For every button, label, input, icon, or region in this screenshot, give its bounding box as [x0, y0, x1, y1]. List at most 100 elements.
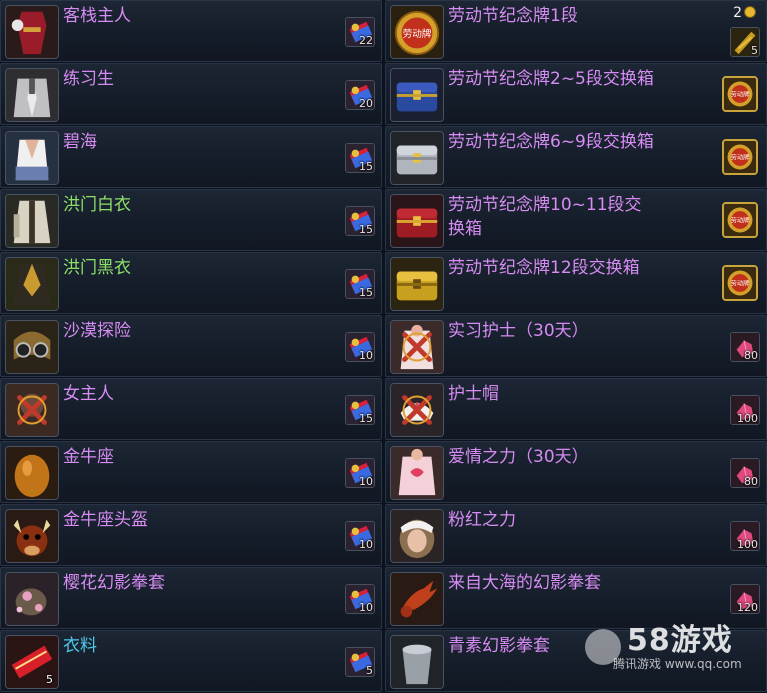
left-item-column: 客栈主人 22 练习生 20 碧海 15 洪门白衣 15 洪门黑衣 15 沙漠探险 10 女主人 15 金牛… [0, 0, 382, 693]
chest-blue-icon[interactable] [390, 68, 444, 122]
svg-text:劳动牌: 劳动牌 [731, 217, 750, 225]
item-name: 练习生 [63, 69, 114, 89]
medal-icon[interactable]: 劳动牌 [390, 5, 444, 59]
item-row[interactable]: 洪门白衣 15 [0, 189, 382, 251]
item-row[interactable]: 樱花幻影拳套 10 [0, 567, 382, 629]
item-row[interactable]: 劳动节纪念牌6~9段交换箱劳动牌 [385, 126, 767, 188]
flower-glove-icon[interactable] [5, 572, 59, 626]
item-row[interactable]: 青素幻影拳套 [385, 630, 767, 692]
love-shirt-icon[interactable] [390, 446, 444, 500]
hidden-x-icon[interactable] [5, 383, 59, 437]
item-row[interactable]: 实习护士（30天） 80 [385, 315, 767, 377]
item-row[interactable]: 劳动节纪念牌10~11段交换箱劳动牌 [385, 189, 767, 251]
price-value: 5 [366, 664, 373, 677]
item-name: 沙漠探险 [63, 321, 131, 341]
item-row[interactable]: 爱情之力（30天） 80 [385, 441, 767, 503]
item-name: 实习护士（30天） [448, 321, 589, 341]
price-value: 10 [359, 349, 373, 362]
ticket-price-icon: 15 [345, 143, 375, 173]
price-value: 15 [359, 223, 373, 236]
item-row[interactable]: 劳动牌 劳动节纪念牌1段 2 5 [385, 0, 767, 62]
suit-icon[interactable] [5, 68, 59, 122]
price-value: 20 [359, 97, 373, 110]
item-name: 劳动节纪念牌1段 [448, 6, 578, 26]
price-value: 15 [359, 286, 373, 299]
item-row[interactable]: 碧海 15 [0, 126, 382, 188]
robe-dark-icon[interactable] [5, 257, 59, 311]
ticket-price-icon: 10 [345, 458, 375, 488]
item-name: 劳动节纪念牌12段交换箱 [448, 258, 640, 278]
item-row[interactable]: 练习生 20 [0, 63, 382, 125]
item-row[interactable]: 客栈主人 22 [0, 0, 382, 62]
bull-helmet-icon[interactable] [5, 509, 59, 563]
item-row[interactable]: 洪门黑衣 15 [0, 252, 382, 314]
svg-text:劳动牌: 劳动牌 [731, 280, 750, 288]
item-name: 碧海 [63, 132, 97, 152]
item-row[interactable]: 女主人 15 [0, 378, 382, 440]
crystal-price-icon: 80 [730, 332, 760, 362]
ticket-price-icon: 20 [345, 80, 375, 110]
ticket-price-icon: 10 [345, 332, 375, 362]
item-row[interactable]: 来自大海的幻影拳套 120 [385, 567, 767, 629]
ticket-price-icon: 22 [345, 17, 375, 47]
bucket-glove-icon[interactable] [390, 635, 444, 689]
item-name: 客栈主人 [63, 6, 131, 26]
coin-count-value: 2 [733, 5, 742, 21]
price-value: 120 [737, 601, 758, 614]
price-value: 10 [359, 601, 373, 614]
price-value: 15 [359, 412, 373, 425]
crystal-price-icon: 100 [730, 521, 760, 551]
goggles-icon[interactable] [5, 320, 59, 374]
item-name: 爱情之力（30天） [448, 447, 589, 467]
egg-icon[interactable] [5, 446, 59, 500]
item-row[interactable]: 护士帽 100 [385, 378, 767, 440]
item-row[interactable]: 劳动节纪念牌2~5段交换箱劳动牌 [385, 63, 767, 125]
pink-hair-icon[interactable] [390, 509, 444, 563]
price-value: 10 [359, 538, 373, 551]
svg-text:劳动牌: 劳动牌 [731, 91, 750, 99]
item-row[interactable]: 金牛座 10 [0, 441, 382, 503]
medal-price-icon: 劳动牌 [722, 139, 758, 175]
robe-icon[interactable] [5, 194, 59, 248]
ticket-price-icon: 15 [345, 395, 375, 425]
ticket-price-icon: 10 [345, 521, 375, 551]
ticket-price-icon: 10 [345, 584, 375, 614]
shop-exchange-panel: 客栈主人 22 练习生 20 碧海 15 洪门白衣 15 洪门黑衣 15 沙漠探险 10 女主人 15 金牛… [0, 0, 767, 692]
item-name: 洪门黑衣 [63, 258, 131, 278]
dress-icon[interactable] [5, 5, 59, 59]
chest-gold-icon[interactable] [390, 257, 444, 311]
svg-text:劳动牌: 劳动牌 [403, 28, 432, 40]
price-value: 100 [737, 538, 758, 551]
price-value: 15 [359, 160, 373, 173]
item-row[interactable]: 沙漠探险 10 [0, 315, 382, 377]
item-name: 粉红之力 [448, 510, 516, 530]
item-row[interactable]: 劳动节纪念牌12段交换箱劳动牌 [385, 252, 767, 314]
bundle-price-icon: 5 [730, 27, 760, 57]
price-value: 10 [359, 475, 373, 488]
item-name: 金牛座头盔 [63, 510, 148, 530]
chest-red-icon[interactable] [390, 194, 444, 248]
vest-icon[interactable] [5, 131, 59, 185]
medal-price-icon: 劳动牌 [722, 202, 758, 238]
fabric-icon[interactable]: 5 [5, 635, 59, 689]
coin-count: 2 [733, 5, 756, 21]
ticket-price-icon: 15 [345, 269, 375, 299]
item-row[interactable]: 5 衣料 5 [0, 630, 382, 692]
item-name: 劳动节纪念牌2~5段交换箱 [448, 69, 654, 89]
item-name: 劳动节纪念牌6~9段交换箱 [448, 132, 654, 152]
price-value: 80 [744, 475, 758, 488]
item-name: 劳动节纪念牌10~11段交换箱 [448, 195, 642, 239]
medal-price-icon: 劳动牌 [722, 76, 758, 112]
item-row[interactable]: 粉红之力 100 [385, 504, 767, 566]
right-item-column: 劳动牌 劳动节纪念牌1段 2 5 劳动节纪念牌2~5段交换箱 劳动牌 劳动节纪念牌6~9段交… [385, 0, 767, 693]
svg-text:劳动牌: 劳动牌 [731, 154, 750, 162]
item-name: 青素幻影拳套 [448, 636, 550, 656]
crystal-price-icon: 100 [730, 395, 760, 425]
crystal-price-icon: 80 [730, 458, 760, 488]
nurse-cap-icon[interactable] [390, 383, 444, 437]
nurse-x-icon[interactable] [390, 320, 444, 374]
item-row[interactable]: 金牛座头盔 10 [0, 504, 382, 566]
ticket-price-icon: 5 [345, 647, 375, 677]
chest-silver-icon[interactable] [390, 131, 444, 185]
lobster-glove-icon[interactable] [390, 572, 444, 626]
